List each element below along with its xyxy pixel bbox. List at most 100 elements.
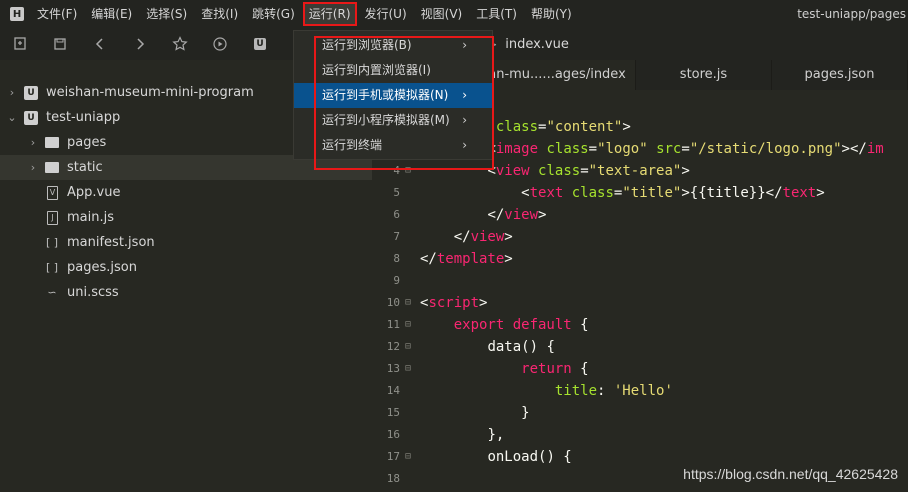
code-token: > bbox=[504, 251, 513, 267]
menu-view[interactable]: 视图(V) bbox=[416, 3, 468, 25]
star-icon[interactable] bbox=[160, 28, 200, 60]
tree-file-app-vue[interactable]: V App.vue bbox=[0, 180, 372, 205]
code-token: { bbox=[571, 361, 589, 377]
menu-file[interactable]: 文件(F) bbox=[32, 3, 82, 25]
fold-marker-icon[interactable]: ⊟ bbox=[400, 160, 416, 182]
code-line[interactable]: 17 ⊟ onLoad() { bbox=[372, 446, 908, 468]
code-line[interactable]: 14 title: 'Hello' bbox=[372, 380, 908, 402]
code-token: ></ bbox=[841, 141, 867, 157]
tree-file-pages-json[interactable]: [ ] pages.json bbox=[0, 255, 372, 280]
menu-run-miniprogram[interactable]: 运行到小程序模拟器(M) › bbox=[294, 108, 492, 133]
menu-select[interactable]: 选择(S) bbox=[141, 3, 192, 25]
chevron-right-icon[interactable]: › bbox=[6, 86, 18, 99]
line-number: 6 bbox=[393, 208, 400, 221]
code-line[interactable]: 16 }, bbox=[372, 424, 908, 446]
project-name: weishan-museum-mini-program bbox=[46, 85, 254, 100]
fold-marker-icon[interactable]: ⊟ bbox=[400, 314, 416, 336]
tree-file-uni-scss[interactable]: ∽ uni.scss bbox=[0, 280, 372, 305]
uniapp-icon[interactable]: U bbox=[240, 28, 280, 60]
save-icon[interactable] bbox=[40, 28, 80, 60]
code-line[interactable]: 9 bbox=[372, 270, 908, 292]
tree-file-manifest-json[interactable]: [ ] manifest.json bbox=[0, 230, 372, 255]
uniapp-project-icon: U bbox=[24, 110, 38, 125]
tab-pages-json[interactable]: pages.json bbox=[772, 60, 908, 90]
code-line[interactable]: 6 </view> bbox=[372, 204, 908, 226]
code-token: class bbox=[495, 119, 539, 135]
code-token: script bbox=[428, 295, 480, 311]
submenu-arrow-icon: › bbox=[462, 113, 467, 127]
code-line[interactable]: 8 </template> bbox=[372, 248, 908, 270]
chevron-down-icon[interactable]: ⌄ bbox=[6, 111, 18, 124]
menu-help[interactable]: 帮助(Y) bbox=[526, 3, 577, 25]
code-text: } bbox=[416, 402, 529, 424]
code-line[interactable]: 15 } bbox=[372, 402, 908, 424]
fold-marker-icon[interactable] bbox=[400, 402, 416, 424]
menu-run-builtin-browser[interactable]: 运行到内置浏览器(I) bbox=[294, 58, 492, 83]
folder-icon bbox=[45, 162, 59, 173]
code-text: onLoad() { bbox=[416, 446, 572, 468]
menu-goto[interactable]: 跳转(G) bbox=[247, 3, 300, 25]
menu-run-phone-emulator[interactable]: 运行到手机或模拟器(N) › bbox=[294, 83, 492, 108]
code-token: src bbox=[656, 141, 682, 157]
code-text: <script> bbox=[416, 292, 487, 314]
code-line[interactable]: 13 ⊟ return { bbox=[372, 358, 908, 380]
fold-marker-icon[interactable]: ⊟ bbox=[400, 358, 416, 380]
code-token: export default bbox=[453, 317, 572, 333]
code-token: onLoad() { bbox=[487, 449, 572, 465]
new-file-icon[interactable] bbox=[0, 28, 40, 60]
chevron-right-icon[interactable]: › bbox=[27, 161, 39, 174]
fold-marker-icon[interactable]: ⊟ bbox=[400, 292, 416, 314]
tab-store-js[interactable]: store.js bbox=[636, 60, 772, 90]
code-line[interactable]: 12 ⊟ data() { bbox=[372, 336, 908, 358]
fold-marker-icon[interactable] bbox=[400, 380, 416, 402]
submenu-arrow-icon: › bbox=[462, 88, 467, 102]
menu-publish[interactable]: 发行(U) bbox=[360, 3, 412, 25]
fold-marker-icon[interactable] bbox=[400, 424, 416, 446]
line-number: 16 bbox=[386, 428, 400, 441]
fold-marker-icon[interactable] bbox=[400, 182, 416, 204]
fold-marker-icon[interactable]: ⊟ bbox=[400, 446, 416, 468]
line-number: 17 bbox=[386, 450, 400, 463]
fold-marker-icon[interactable] bbox=[400, 468, 416, 490]
fold-marker-icon[interactable] bbox=[400, 226, 416, 248]
menu-edit[interactable]: 编辑(E) bbox=[86, 3, 137, 25]
line-number: 12 bbox=[386, 340, 400, 353]
fold-marker-icon[interactable] bbox=[400, 270, 416, 292]
fold-marker-icon[interactable] bbox=[400, 248, 416, 270]
fold-marker-icon[interactable]: ⊟ bbox=[400, 336, 416, 358]
file-name: uni.scss bbox=[67, 285, 119, 300]
chevron-right-icon[interactable]: › bbox=[27, 136, 39, 149]
fold-marker-icon[interactable] bbox=[400, 204, 416, 226]
code-token: > bbox=[681, 163, 690, 179]
watermark: https://blog.csdn.net/qq_42625428 bbox=[683, 466, 898, 482]
code-line[interactable]: 10 ⊟ <script> bbox=[372, 292, 908, 314]
code-line[interactable]: 11 ⊟ export default { bbox=[372, 314, 908, 336]
line-number: 5 bbox=[393, 186, 400, 199]
tree-file-main-js[interactable]: J main.js bbox=[0, 205, 372, 230]
code-line[interactable]: 7 </view> bbox=[372, 226, 908, 248]
forward-icon[interactable] bbox=[120, 28, 160, 60]
run-icon[interactable] bbox=[200, 28, 240, 60]
menu-find[interactable]: 查找(I) bbox=[196, 3, 243, 25]
menu-run[interactable]: 运行(R) bbox=[302, 2, 357, 26]
breadcrumb-current[interactable]: index.vue bbox=[505, 36, 569, 54]
code-token: >{{title}}</ bbox=[681, 185, 783, 201]
menu-run-browser[interactable]: 运行到浏览器(B) › bbox=[294, 33, 492, 58]
code-line[interactable]: 5 <text class="title">{{title}}</text> bbox=[372, 182, 908, 204]
json-file-icon: [ ] bbox=[45, 261, 59, 274]
back-icon[interactable] bbox=[80, 28, 120, 60]
menu-run-terminal[interactable]: 运行到终端 › bbox=[294, 133, 492, 158]
menu-tools[interactable]: 工具(T) bbox=[471, 3, 522, 25]
js-file-icon: J bbox=[47, 210, 58, 225]
hbuilderx-logo-icon: H bbox=[10, 7, 24, 21]
code-token: im bbox=[866, 141, 884, 157]
code-line[interactable]: 4 ⊟ <view class="text-area"> bbox=[372, 160, 908, 182]
code-token: < bbox=[521, 185, 530, 201]
code-token: class bbox=[571, 185, 614, 201]
code-token: < bbox=[487, 163, 496, 179]
